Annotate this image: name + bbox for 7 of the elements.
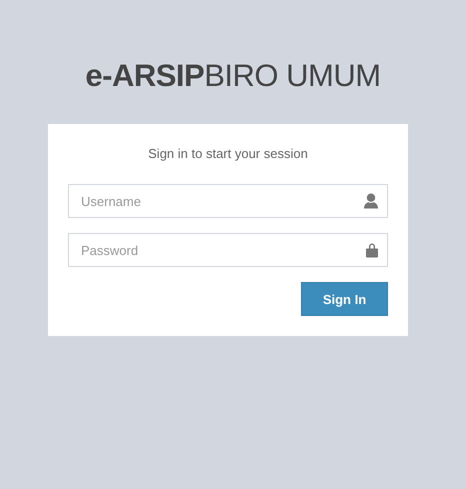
sign-in-button[interactable]: Sign In xyxy=(301,282,388,316)
username-field[interactable]: Username xyxy=(68,184,388,218)
user-icon xyxy=(364,194,378,208)
password-field[interactable]: Password xyxy=(68,233,388,267)
login-message: Sign in to start your session xyxy=(147,145,309,163)
app-logo: e-ARSIPBIRO UMUM xyxy=(84,58,382,94)
lock-icon xyxy=(366,242,378,258)
